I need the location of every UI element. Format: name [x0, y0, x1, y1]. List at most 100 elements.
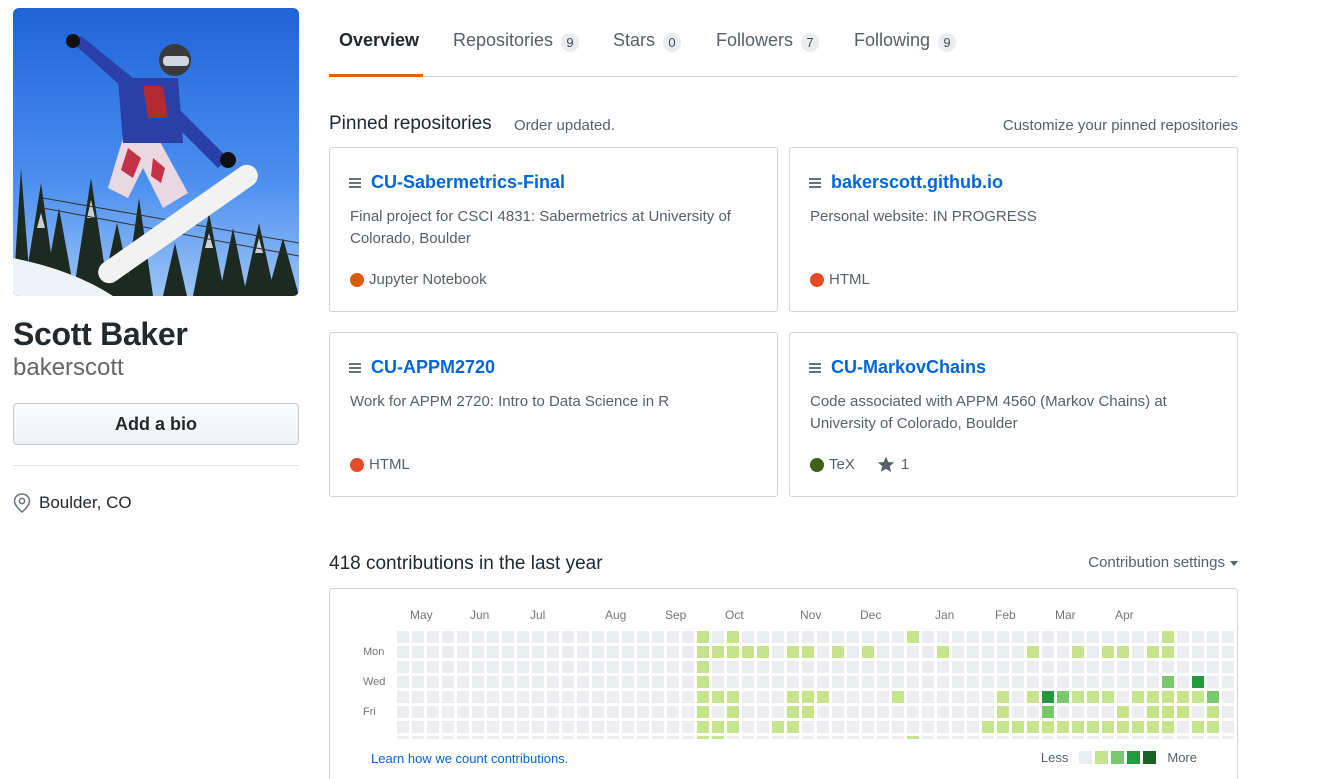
contribution-day[interactable] [997, 646, 1009, 658]
contribution-day[interactable] [532, 736, 544, 739]
contribution-day[interactable] [1072, 646, 1084, 658]
contribution-day[interactable] [637, 706, 649, 718]
contribution-day[interactable] [727, 631, 739, 643]
contribution-day[interactable] [757, 631, 769, 643]
contribution-day[interactable] [622, 691, 634, 703]
contribution-day[interactable] [1222, 706, 1234, 718]
contribution-day[interactable] [577, 736, 589, 739]
contribution-day[interactable] [397, 661, 409, 673]
contribution-day[interactable] [547, 721, 559, 733]
contribution-day[interactable] [712, 736, 724, 739]
contribution-day[interactable] [1192, 736, 1204, 739]
contribution-day[interactable] [487, 691, 499, 703]
contribution-day[interactable] [742, 721, 754, 733]
contribution-day[interactable] [667, 691, 679, 703]
contribution-day[interactable] [517, 646, 529, 658]
contribution-day[interactable] [562, 631, 574, 643]
contribution-day[interactable] [877, 646, 889, 658]
contribution-day[interactable] [547, 631, 559, 643]
contribution-day[interactable] [547, 661, 559, 673]
contribution-day[interactable] [727, 691, 739, 703]
contribution-day[interactable] [442, 646, 454, 658]
contribution-day[interactable] [487, 661, 499, 673]
contribution-day[interactable] [1072, 631, 1084, 643]
contribution-day[interactable] [1102, 691, 1114, 703]
contribution-day[interactable] [1057, 646, 1069, 658]
contribution-day[interactable] [397, 676, 409, 688]
contribution-day[interactable] [697, 721, 709, 733]
contribution-day[interactable] [1132, 661, 1144, 673]
contribution-day[interactable] [697, 736, 709, 739]
contribution-day[interactable] [922, 631, 934, 643]
contribution-day[interactable] [682, 721, 694, 733]
contribution-day[interactable] [1087, 736, 1099, 739]
contribution-day[interactable] [862, 631, 874, 643]
contribution-day[interactable] [967, 721, 979, 733]
contribution-day[interactable] [922, 676, 934, 688]
contribution-day[interactable] [1012, 736, 1024, 739]
contribution-day[interactable] [1147, 721, 1159, 733]
contribution-day[interactable] [442, 676, 454, 688]
contribution-day[interactable] [967, 676, 979, 688]
contribution-day[interactable] [1162, 631, 1174, 643]
contribution-day[interactable] [952, 721, 964, 733]
contribution-day[interactable] [532, 676, 544, 688]
contribution-day[interactable] [532, 631, 544, 643]
contribution-day[interactable] [772, 676, 784, 688]
contribution-day[interactable] [817, 646, 829, 658]
contribution-day[interactable] [952, 736, 964, 739]
contribution-day[interactable] [1072, 661, 1084, 673]
contribution-day[interactable] [1207, 691, 1219, 703]
contribution-day[interactable] [427, 631, 439, 643]
contribution-day[interactable] [997, 706, 1009, 718]
contribution-day[interactable] [1072, 736, 1084, 739]
contribution-day[interactable] [1132, 631, 1144, 643]
contribution-day[interactable] [907, 721, 919, 733]
contribution-day[interactable] [1102, 676, 1114, 688]
tab-followers[interactable]: Followers 7 [716, 30, 820, 77]
tab-following[interactable]: Following 9 [854, 30, 957, 77]
contribution-day[interactable] [1012, 676, 1024, 688]
contribution-day[interactable] [907, 646, 919, 658]
contribution-day[interactable] [1012, 706, 1024, 718]
contribution-day[interactable] [1027, 706, 1039, 718]
contribution-day[interactable] [397, 631, 409, 643]
contribution-day[interactable] [1042, 646, 1054, 658]
contribution-day[interactable] [607, 646, 619, 658]
contribution-day[interactable] [457, 676, 469, 688]
contribution-day[interactable] [742, 631, 754, 643]
contribution-day[interactable] [1057, 736, 1069, 739]
contribution-day[interactable] [697, 661, 709, 673]
contribution-day[interactable] [547, 646, 559, 658]
contribution-day[interactable] [862, 736, 874, 739]
contribution-day[interactable] [1102, 631, 1114, 643]
contribution-day[interactable] [1207, 646, 1219, 658]
contribution-day[interactable] [607, 706, 619, 718]
contribution-day[interactable] [1012, 721, 1024, 733]
contribution-day[interactable] [1027, 736, 1039, 739]
contribution-day[interactable] [1102, 736, 1114, 739]
contribution-day[interactable] [772, 646, 784, 658]
contribution-day[interactable] [742, 706, 754, 718]
contribution-day[interactable] [937, 631, 949, 643]
contribution-day[interactable] [622, 676, 634, 688]
contribution-day[interactable] [577, 631, 589, 643]
contribution-day[interactable] [577, 661, 589, 673]
contribution-day[interactable] [1177, 631, 1189, 643]
contribution-day[interactable] [892, 691, 904, 703]
contribution-day[interactable] [892, 721, 904, 733]
customize-pinned-link[interactable]: Customize your pinned repositories [1003, 117, 1238, 134]
contribution-day[interactable] [652, 646, 664, 658]
contribution-day[interactable] [1072, 721, 1084, 733]
contribution-day[interactable] [637, 631, 649, 643]
contribution-day[interactable] [817, 631, 829, 643]
contribution-day[interactable] [607, 736, 619, 739]
contribution-day[interactable] [667, 661, 679, 673]
contribution-day[interactable] [742, 661, 754, 673]
contribution-day[interactable] [937, 736, 949, 739]
contribution-day[interactable] [547, 706, 559, 718]
contribution-day[interactable] [1207, 676, 1219, 688]
contribution-day[interactable] [427, 736, 439, 739]
contribution-day[interactable] [712, 706, 724, 718]
contribution-day[interactable] [862, 691, 874, 703]
